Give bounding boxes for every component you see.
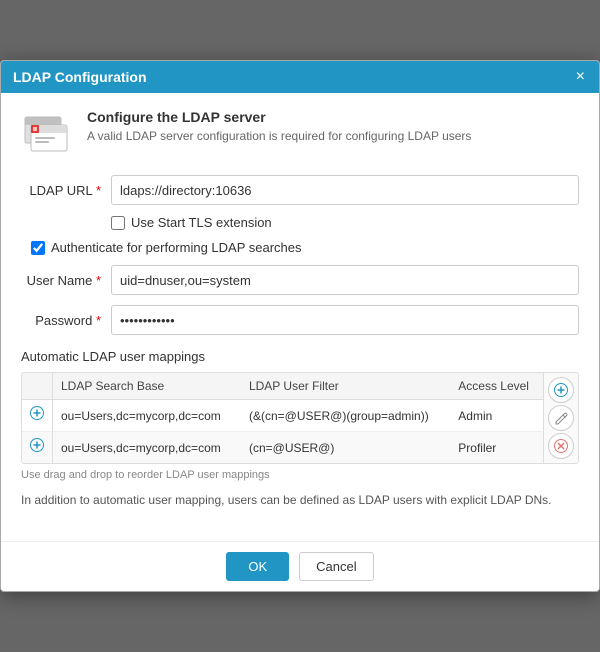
table-row: ou=Users,dc=mycorp,dc=com (cn=@USER@) Pr… xyxy=(22,432,543,464)
delete-mapping-button[interactable] xyxy=(548,433,574,459)
table-header-row: LDAP Search Base LDAP User Filter Access… xyxy=(22,373,543,400)
table-actions xyxy=(543,373,578,463)
password-input[interactable] xyxy=(111,305,579,335)
auth-checkbox-row: Authenticate for performing LDAP searche… xyxy=(31,240,579,255)
row-add-btn[interactable] xyxy=(22,432,53,464)
dialog-title: LDAP Configuration xyxy=(13,69,147,85)
col-access-level-header: Access Level xyxy=(450,373,543,400)
info-section: Configure the LDAP server A valid LDAP s… xyxy=(21,109,579,157)
info-description: A valid LDAP server configuration is req… xyxy=(87,129,471,143)
info-heading: Configure the LDAP server xyxy=(87,109,471,125)
password-row: Password * xyxy=(21,305,579,335)
tls-checkbox[interactable] xyxy=(111,216,125,230)
add-mapping-button[interactable] xyxy=(548,377,574,403)
edit-mapping-button[interactable] xyxy=(548,405,574,431)
username-input[interactable] xyxy=(111,265,579,295)
additional-info: In addition to automatic user mapping, u… xyxy=(21,491,579,509)
mappings-table-main: LDAP Search Base LDAP User Filter Access… xyxy=(22,373,543,463)
required-marker: * xyxy=(96,183,101,198)
ok-button[interactable]: OK xyxy=(226,552,289,581)
mappings-table: LDAP Search Base LDAP User Filter Access… xyxy=(22,373,543,463)
cell-access-level: Profiler xyxy=(450,432,543,464)
password-label: Password * xyxy=(21,313,111,328)
ldap-config-dialog: LDAP Configuration × xyxy=(0,60,600,592)
ldap-url-row: LDAP URL * xyxy=(21,175,579,205)
ldap-icon xyxy=(21,109,73,157)
col-user-filter-header: LDAP User Filter xyxy=(241,373,450,400)
cell-access-level: Admin xyxy=(450,400,543,432)
col-add-header xyxy=(22,373,53,400)
mappings-table-wrapper: LDAP Search Base LDAP User Filter Access… xyxy=(21,372,579,464)
mappings-section-title: Automatic LDAP user mappings xyxy=(21,349,579,364)
dialog-header: LDAP Configuration × xyxy=(1,61,599,93)
cell-user-filter: (&(cn=@USER@)(group=admin)) xyxy=(241,400,450,432)
table-row: ou=Users,dc=mycorp,dc=com (&(cn=@USER@)(… xyxy=(22,400,543,432)
ldap-url-label: LDAP URL * xyxy=(21,183,111,198)
ldap-url-input[interactable] xyxy=(111,175,579,205)
cell-search-base: ou=Users,dc=mycorp,dc=com xyxy=(53,432,241,464)
auth-label[interactable]: Authenticate for performing LDAP searche… xyxy=(51,240,302,255)
close-button[interactable]: × xyxy=(574,69,587,85)
tls-label[interactable]: Use Start TLS extension xyxy=(131,215,272,230)
tls-checkbox-row: Use Start TLS extension xyxy=(111,215,579,230)
cell-search-base: ou=Users,dc=mycorp,dc=com xyxy=(53,400,241,432)
drag-hint: Use drag and drop to reorder LDAP user m… xyxy=(21,469,579,481)
username-row: User Name * xyxy=(21,265,579,295)
row-add-btn[interactable] xyxy=(22,400,53,432)
cell-user-filter: (cn=@USER@) xyxy=(241,432,450,464)
username-label: User Name * xyxy=(21,273,111,288)
col-search-base-header: LDAP Search Base xyxy=(53,373,241,400)
cancel-button[interactable]: Cancel xyxy=(299,552,373,581)
auth-checkbox[interactable] xyxy=(31,241,45,255)
dialog-footer: OK Cancel xyxy=(1,541,599,591)
info-text: Configure the LDAP server A valid LDAP s… xyxy=(87,109,471,143)
dialog-body: Configure the LDAP server A valid LDAP s… xyxy=(1,93,599,541)
